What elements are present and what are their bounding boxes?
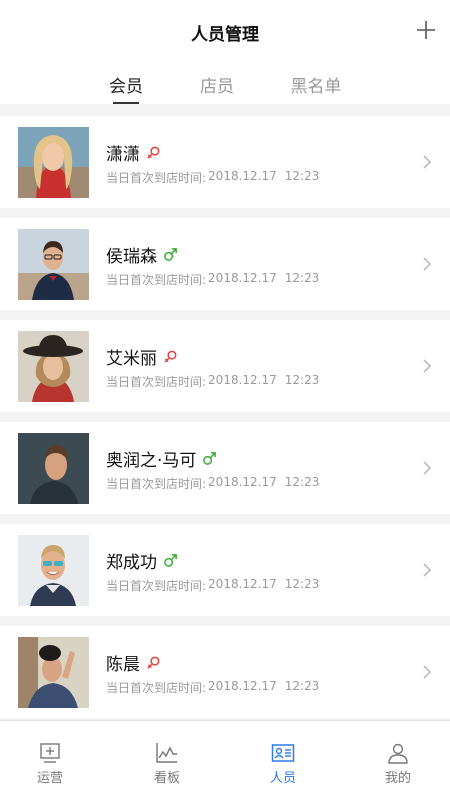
member-name: 郑成功: [106, 553, 157, 573]
visit-time: 12:23: [284, 577, 320, 591]
visit-label: 当日首次到店时间:: [106, 681, 207, 695]
male-icon: [203, 452, 217, 465]
visit-time: 12:23: [284, 169, 320, 183]
page-title: 人员管理: [191, 25, 259, 45]
member-name: 奥润之·马可: [106, 451, 197, 471]
list-item[interactable]: 侯瑞森 当日首次到店时间: 2018.12.17 12:23: [0, 218, 450, 310]
chevron-right-icon: [423, 665, 432, 679]
visit-label: 当日首次到店时间:: [106, 171, 207, 185]
chevron-right-icon: [423, 461, 432, 475]
visit-time: 12:23: [284, 373, 320, 387]
avatar: [18, 637, 89, 708]
avatar: [18, 433, 89, 504]
visit-time: 12:23: [284, 475, 320, 489]
list-item[interactable]: 潇潇 当日首次到店时间: 2018.12.17 12:23: [0, 116, 450, 208]
plus-icon[interactable]: [415, 19, 437, 41]
operations-icon: [40, 743, 60, 763]
list-item[interactable]: 郑成功 当日首次到店时间: 2018.12.17 12:23: [0, 524, 450, 616]
segment-tabs: 会员 店员 黑名单: [0, 62, 450, 104]
visit-date: 2018.12.17: [208, 475, 277, 489]
visit-date: 2018.12.17: [208, 373, 277, 387]
profile-icon: [388, 743, 408, 764]
bottom-tab-bar: 运营 看板 人员 我的: [0, 720, 450, 800]
tab-blacklist[interactable]: 黑名单: [276, 72, 356, 97]
dashboard-chart-icon: [156, 743, 177, 763]
list-item[interactable]: 艾米丽 当日首次到店时间: 2018.12.17 12:23: [0, 320, 450, 412]
male-icon: [164, 554, 177, 567]
visit-label: 当日首次到店时间:: [106, 375, 207, 389]
avatar: [18, 127, 89, 198]
male-icon: [164, 248, 177, 261]
member-name: 陈晨: [106, 655, 140, 675]
tab-members[interactable]: 会员: [86, 72, 166, 97]
member-name: 潇潇: [106, 145, 140, 165]
female-icon: [147, 146, 160, 159]
visit-label: 当日首次到店时间:: [106, 477, 207, 491]
people-card-icon: [271, 744, 295, 762]
tabbar-item-people[interactable]: 人员: [227, 721, 339, 800]
tab-staff[interactable]: 店员: [177, 72, 257, 97]
visit-date: 2018.12.17: [208, 679, 277, 693]
avatar: [18, 535, 89, 606]
chevron-right-icon: [423, 155, 432, 169]
visit-date: 2018.12.17: [208, 577, 277, 591]
chevron-right-icon: [423, 563, 432, 577]
visit-label: 当日首次到店时间:: [106, 579, 207, 593]
member-name: 侯瑞森: [106, 247, 157, 267]
nav-header: 人员管理: [0, 0, 450, 62]
female-icon: [147, 656, 160, 669]
tabbar-label: 运营: [36, 771, 63, 786]
tabbar-label: 我的: [384, 771, 411, 786]
tabbar-item-dashboard[interactable]: 看板: [111, 721, 223, 800]
visit-label: 当日首次到店时间:: [106, 273, 207, 287]
avatar: [18, 229, 89, 300]
list-item[interactable]: 陈晨 当日首次到店时间: 2018.12.17 12:23: [0, 626, 450, 718]
chevron-right-icon: [423, 359, 432, 373]
visit-time: 12:23: [284, 679, 320, 693]
tabbar-item-profile[interactable]: 我的: [342, 721, 450, 800]
chevron-right-icon: [423, 257, 432, 271]
visit-date: 2018.12.17: [208, 271, 277, 285]
visit-time: 12:23: [284, 271, 320, 285]
tabbar-label: 人员: [269, 771, 296, 786]
tabbar-label: 看板: [153, 771, 180, 786]
list-item[interactable]: 奥润之·马可 当日首次到店时间: 2018.12.17 12:23: [0, 422, 450, 514]
female-icon: [164, 350, 177, 363]
member-name: 艾米丽: [106, 349, 157, 369]
visit-date: 2018.12.17: [208, 169, 277, 183]
tabbar-item-operations[interactable]: 运营: [0, 721, 106, 800]
member-list: 潇潇 当日首次到店时间: 2018.12.17 12:23 侯瑞森 当日首次到店…: [0, 104, 450, 720]
avatar: [18, 331, 89, 402]
